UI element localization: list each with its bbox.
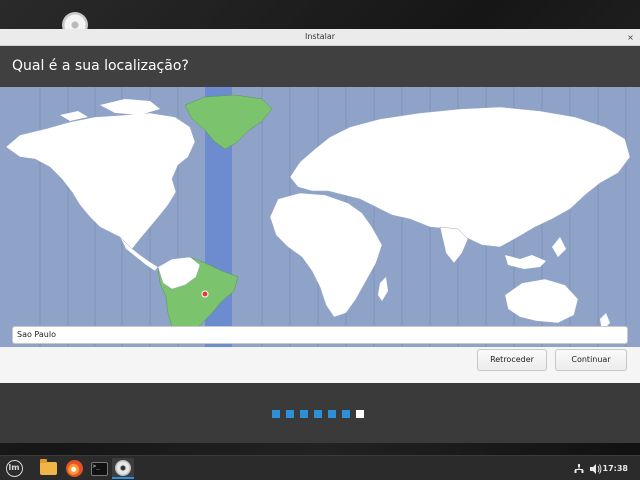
- files-launcher[interactable]: [37, 458, 59, 479]
- install-progress-bar: [0, 383, 640, 443]
- terminal-icon: >_: [90, 461, 108, 476]
- terminal-launcher[interactable]: >_: [88, 458, 110, 479]
- step-dot-4: [314, 410, 322, 418]
- installer-task[interactable]: [112, 458, 134, 479]
- folder-icon: [39, 459, 57, 475]
- firefox-launcher[interactable]: [63, 458, 85, 479]
- step-dot-current: [356, 410, 364, 418]
- step-dot-1: [272, 410, 280, 418]
- location-input[interactable]: Sao Paulo: [12, 326, 628, 344]
- step-indicators: [272, 410, 364, 418]
- location-pin-icon[interactable]: [201, 290, 209, 298]
- step-dot-3: [300, 410, 308, 418]
- volume-icon[interactable]: [590, 456, 602, 480]
- page-title: Qual é a sua localização?: [0, 46, 640, 87]
- firefox-icon: [65, 460, 83, 477]
- installer-window: Instalar × Qual é a sua localização? Sao…: [0, 29, 640, 443]
- window-title: Instalar: [304, 32, 336, 41]
- menu-button[interactable]: lm: [3, 458, 25, 479]
- world-map-svg[interactable]: [0, 87, 640, 347]
- back-button[interactable]: Retroceder: [477, 349, 547, 371]
- taskbar: lm >_ 17:38: [0, 455, 640, 480]
- window-titlebar[interactable]: Instalar ×: [0, 29, 640, 46]
- step-dot-2: [286, 410, 294, 418]
- close-icon[interactable]: ×: [625, 32, 636, 43]
- continue-button[interactable]: Continuar: [555, 349, 627, 371]
- mint-menu-icon: lm: [5, 460, 23, 477]
- installer-disc-icon: [115, 459, 131, 476]
- timezone-map[interactable]: [0, 87, 640, 347]
- step-dot-6: [342, 410, 350, 418]
- network-icon[interactable]: [574, 456, 584, 480]
- clock[interactable]: 17:38: [603, 456, 628, 480]
- step-dot-5: [328, 410, 336, 418]
